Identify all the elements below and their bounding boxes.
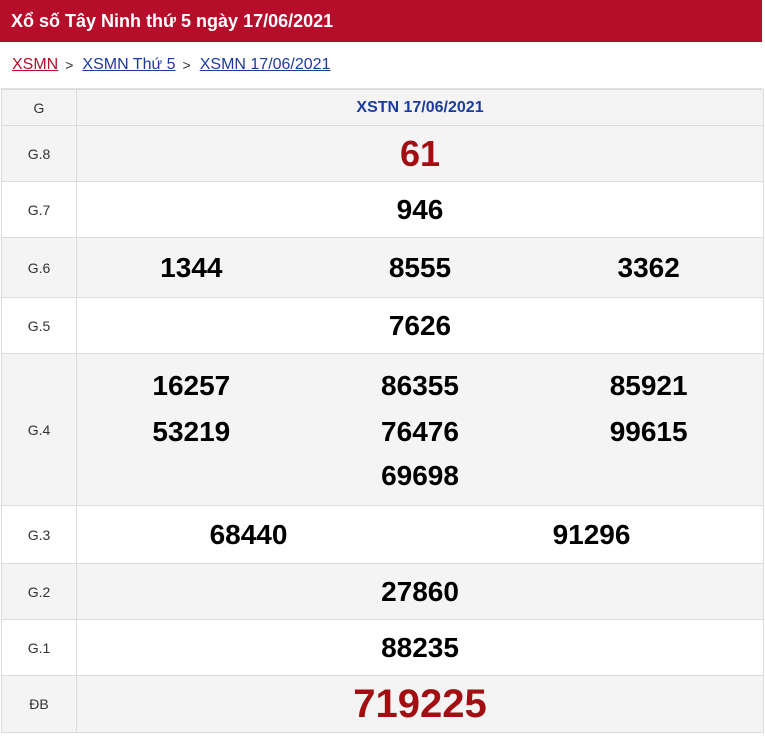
prize-number: 86355 <box>381 369 459 401</box>
col-header-title: XSTN 17/06/2021 <box>76 89 764 126</box>
prize-number: 68440 <box>209 518 288 550</box>
page-title: Xổ số Tây Ninh thứ 5 ngày 17/06/2021 <box>11 10 334 31</box>
prize-row-g2: G.2 27860 <box>1 563 764 620</box>
breadcrumb: XSMN > XSMN Thứ 5 > XSMN 17/06/2021 <box>0 42 762 89</box>
table-header-row: G XSTN 17/06/2021 <box>1 89 764 126</box>
prize-row-g4: G.4 16257 86355 85921 53219 76476 99615 … <box>1 353 764 506</box>
prize-number: 69698 <box>381 459 459 491</box>
prize-number: 76476 <box>381 415 459 447</box>
prize-number: 946 <box>396 193 444 225</box>
prize-row-g6: G.6 1344 8555 3362 <box>1 237 764 298</box>
prize-label: G.4 <box>1 353 77 506</box>
breadcrumb-xsmn-date[interactable]: XSMN 17/06/2021 <box>200 56 331 74</box>
results-table: G XSTN 17/06/2021 G.8 61 G.7 946 G.6 134… <box>1 89 764 733</box>
prize-row-g3: G.3 68440 91296 <box>1 505 764 564</box>
prize-number: 85921 <box>609 369 688 401</box>
special-prize-number: 719225 <box>353 681 487 726</box>
page-header: Xổ số Tây Ninh thứ 5 ngày 17/06/2021 <box>0 0 762 42</box>
prize-label: G.5 <box>1 297 77 354</box>
prize-number: 99615 <box>609 415 688 447</box>
prize-row-g1: G.1 88235 <box>1 619 764 676</box>
prize-label: G.6 <box>1 237 77 298</box>
prize-label: G.1 <box>1 619 77 676</box>
col-header-g: G <box>1 89 77 126</box>
breadcrumb-xsmn[interactable]: XSMN <box>12 56 58 74</box>
prize-label: ĐB <box>1 675 77 733</box>
prize-number: 8555 <box>388 251 452 283</box>
chevron-right-icon: > <box>65 57 74 73</box>
prize-number: 7626 <box>388 309 452 341</box>
prize-label: G.3 <box>1 505 77 564</box>
prize-number: 1344 <box>160 251 223 283</box>
prize-number: 3362 <box>617 251 680 283</box>
prize-number: 88235 <box>381 631 459 663</box>
prize-row-g5: G.5 7626 <box>1 297 764 354</box>
prize-number: 16257 <box>152 369 231 401</box>
prize-row-g8: G.8 61 <box>1 125 764 182</box>
prize-number: 27860 <box>381 575 459 607</box>
prize-label: G.2 <box>1 563 77 620</box>
prize-number: 53219 <box>152 415 231 447</box>
prize-row-g7: G.7 946 <box>1 181 764 238</box>
prize-label: G.8 <box>1 125 77 182</box>
prize-number: 61 <box>399 132 441 174</box>
prize-row-special: ĐB 719225 <box>1 675 764 733</box>
chevron-right-icon: > <box>182 57 191 73</box>
prize-label: G.7 <box>1 181 77 238</box>
breadcrumb-xsmn-thu-5[interactable]: XSMN Thứ 5 <box>82 56 175 74</box>
prize-number: 91296 <box>552 518 631 550</box>
